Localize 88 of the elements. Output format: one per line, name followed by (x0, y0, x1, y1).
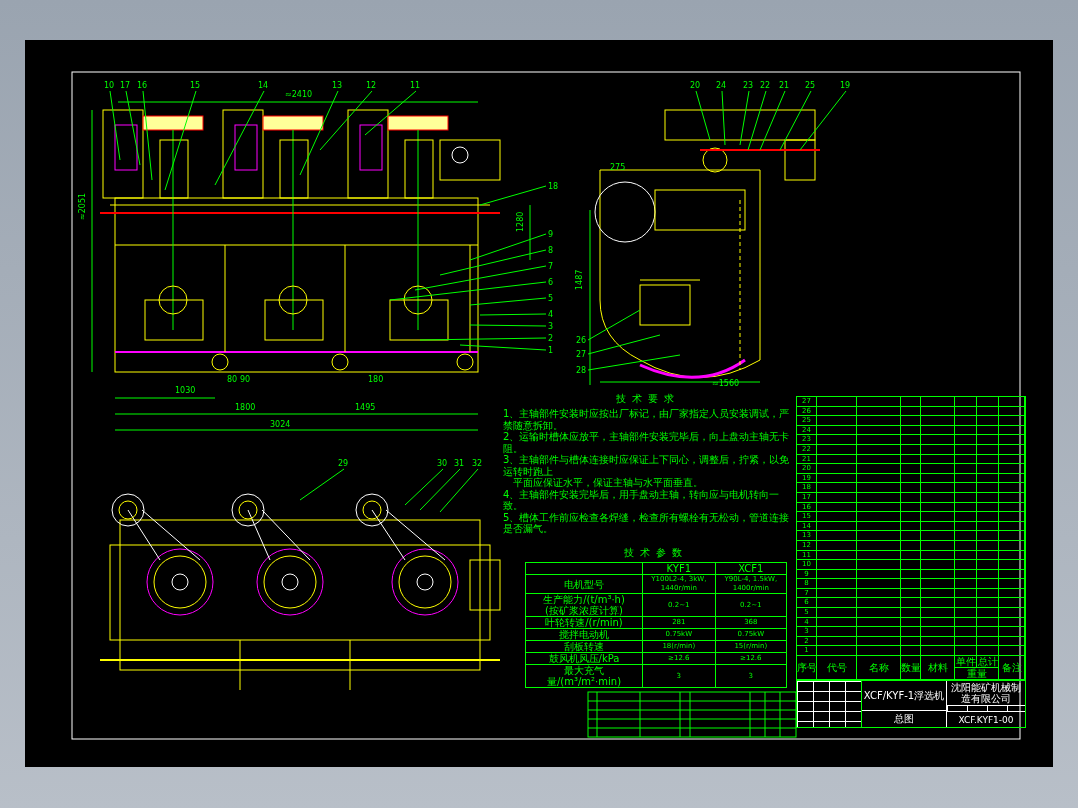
column-header: 总计 (977, 656, 999, 669)
leader-line (721, 90, 726, 146)
dimension-label: ≈2051 (78, 192, 87, 220)
dimension-label: 275 (610, 163, 626, 172)
leader-line (419, 468, 461, 511)
part-number-label: 9 (548, 230, 554, 239)
parameter-label: 刮板转速 (525, 640, 643, 653)
leader-line (109, 90, 121, 161)
parameters-heading: 技术参数 (623, 546, 689, 560)
part-number-label: 1 (548, 346, 554, 355)
part-number-label: 13 (332, 81, 343, 90)
dimension-label: 1495 (355, 403, 376, 412)
part-number-label: 27 (576, 350, 587, 359)
part-number-label: 12 (366, 81, 377, 90)
requirement-text: 2、运输时槽体应放平，主轴部件安装完毕后，向上盘动主轴无卡阻。 (503, 431, 791, 454)
parameter-label: 叶轮转速/(r/min) (525, 616, 643, 629)
column-header: KYF1 (642, 562, 716, 575)
part-number-label: 7 (548, 262, 554, 271)
parameter-label: 电机型号 (525, 574, 643, 594)
dimension-label: 1800 (235, 403, 256, 412)
requirement-text: 5、槽体工作前应检查各焊缝，检查所有螺栓有无松动，管道连接是否漏气。 (503, 511, 791, 535)
part-number-label: 5 (548, 294, 554, 303)
drawing-number: XCF.KYF1-00 (957, 713, 1015, 727)
column-header: 代号 (817, 656, 857, 681)
part-number-label: 31 (454, 459, 465, 468)
parameter-label: 搅拌电动机 (525, 628, 643, 641)
part-number-label: 19 (840, 81, 851, 90)
drawing-title: XCF/KYF-1浮选机 (862, 681, 946, 712)
part-number-label: 15 (190, 81, 201, 90)
requirement-text: 平面应保证水平，保证主轴与水平面垂直。 (511, 477, 704, 488)
parameter-label: 最大充气量/(m³/m²·min) (525, 664, 643, 688)
part-number-label: 18 (548, 182, 559, 191)
requirement-text: 4、主轴部件安装完毕后，用手盘动主轴，转向应与电机转向一致。 (503, 488, 781, 512)
part-number-label: 20 (690, 81, 701, 90)
part-number-label: 28 (576, 366, 587, 375)
part-number-label: 3 (548, 322, 554, 331)
requirements-heading: 技术要求 (615, 392, 681, 406)
part-number-label: 29 (338, 459, 349, 468)
leader-line (319, 90, 373, 151)
column-header: 备注 (999, 656, 1025, 681)
requirement-text: 1、主轴部件安装时应按出厂标记，由厂家指定人员安装调试，严禁随意拆卸。 (503, 408, 791, 431)
part-number-label: 32 (472, 459, 483, 468)
requirement-text: 3、主轴部件与槽体连接时应保证上下同心，调整后，拧紧，以免运转时跑上 (503, 454, 791, 477)
part-number-label: 26 (576, 336, 587, 345)
part-number-label: 8 (548, 246, 554, 255)
leader-line (404, 468, 444, 506)
dimension-label: 3024 (270, 420, 291, 429)
leader-line (439, 468, 479, 513)
part-number-label: 24 (716, 81, 727, 90)
part-number-label: 6 (548, 278, 554, 287)
column-header: XCF1 (715, 562, 787, 575)
leader-line (695, 90, 711, 141)
part-number-label: 16 (137, 81, 148, 90)
column-header: 数量 (901, 656, 921, 681)
part-number-label: 10 (104, 81, 115, 90)
part-number-label: 25 (805, 81, 816, 90)
sheet-name: 总图 (893, 712, 915, 727)
part-number-label: 14 (258, 81, 269, 90)
dimension-label: 1030 (175, 386, 196, 395)
column-header: 序号 (797, 656, 817, 681)
parameter-label: 鼓风机风压/kPa (525, 652, 643, 665)
dimension-label: 1280 (516, 211, 525, 232)
dimension-label: 180 (368, 375, 384, 384)
leader-line (479, 313, 547, 316)
part-number-label: 11 (410, 81, 421, 90)
part-number-label: 22 (760, 81, 771, 90)
company-name: 沈阳能矿机械制造有限公司 (947, 681, 1025, 707)
dimension-label: ≈1560 (712, 379, 740, 388)
signature-grid (797, 681, 862, 728)
part-number-label: 30 (437, 459, 448, 468)
leader-line (479, 185, 547, 206)
parameter-label: 生产能力/(t/m³·h) (按矿浆浓度计算) (525, 593, 643, 617)
leader-line (299, 468, 345, 501)
dimension-label: ≈2410 (285, 90, 313, 99)
part-number-label: 17 (120, 81, 131, 90)
dimension-label: 1487 (575, 269, 584, 290)
column-header: 单件 (955, 656, 977, 669)
column-header: 名称 (857, 656, 901, 681)
column-header: 重量 (955, 668, 999, 681)
column-header: 材料 (921, 656, 955, 681)
dimension-label: 90 (240, 375, 251, 384)
dimension-label: 80 (227, 375, 238, 384)
leader-line (759, 90, 786, 151)
part-number-label: 23 (743, 81, 754, 90)
part-number-label: 21 (779, 81, 790, 90)
leader-line (364, 90, 417, 136)
part-number-label: 4 (548, 310, 554, 319)
part-number-label: 2 (548, 334, 554, 343)
